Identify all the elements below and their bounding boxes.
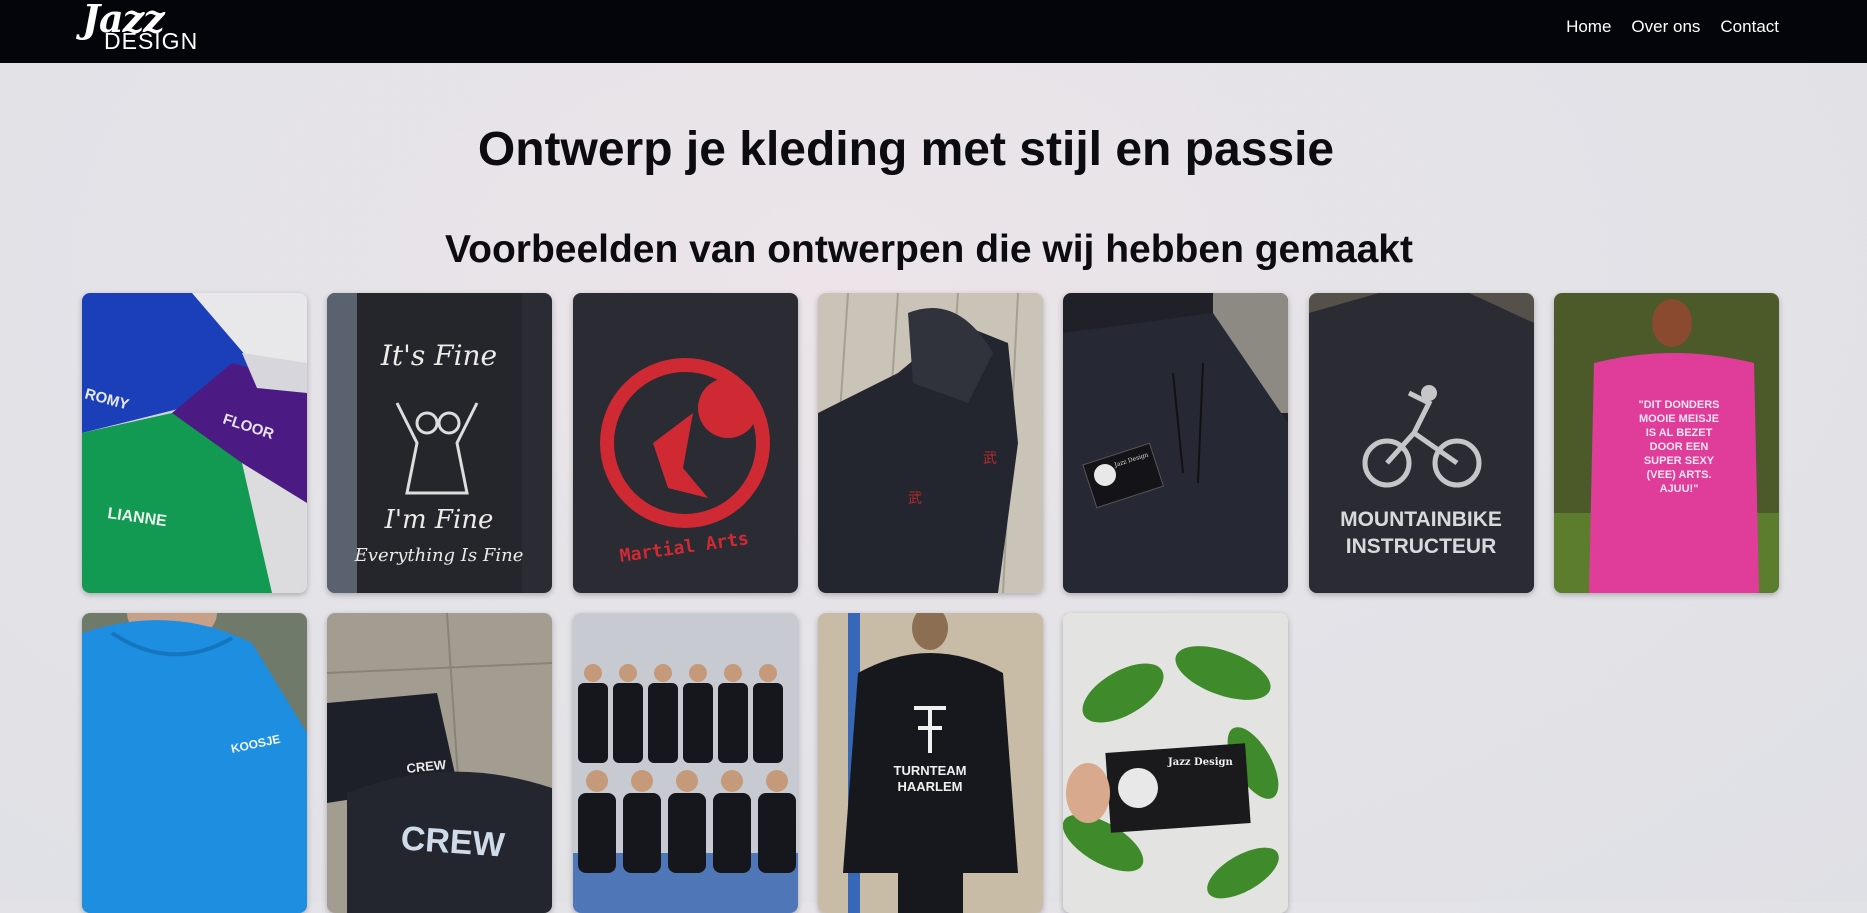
hoodie-card-photo: Jazz Design	[1063, 293, 1288, 593]
tile1-text-1: I'm Fine	[384, 505, 494, 535]
tile8-text-1: CREW	[400, 819, 507, 864]
gallery-image-turnteam-haarlem[interactable]: TURNTEAM HAARLEM	[818, 613, 1043, 913]
gallery-image-business-card[interactable]: Jazz Design	[1063, 613, 1288, 913]
tile6-text-2: IS AL BEZET	[1646, 427, 1713, 439]
tile6-text-6: AJUU!"	[1660, 483, 1699, 495]
page-title: Ontwerp je kleding met stijl en passie	[477, 123, 1335, 176]
tile6-text-4: SUPER SEXY	[1644, 455, 1715, 467]
tile3-red-emblem-2: 武	[908, 490, 922, 506]
its-fine-photo: It's Fine I'm Fine Everything Is Fine	[327, 293, 552, 593]
gallery-image-gym-team[interactable]	[573, 613, 798, 913]
martial-arts-photo: Martial Arts	[573, 293, 798, 593]
hoodies-wood-photo: 武 武	[818, 293, 1043, 593]
gallery-image-martial-arts[interactable]: Martial Arts	[573, 293, 798, 593]
tile5-text-0: MOUNTAINBIKE	[1340, 508, 1502, 531]
gallery-image-koosje[interactable]: KOOSJE	[82, 613, 307, 913]
nav-contact-link[interactable]: Contact	[1720, 16, 1779, 38]
top-navbar: Jazz DESIGN Home Over ons Contact	[0, 0, 1867, 63]
business-card-photo: Jazz Design	[1063, 613, 1288, 913]
gallery-image-hoodies-wood[interactable]: 武 武	[818, 293, 1043, 593]
main-menu: Home Over ons Contact	[1546, 16, 1779, 38]
turnteam-photo: TURNTEAM HAARLEM	[818, 613, 1043, 913]
tile1-text-0: It's Fine	[380, 339, 497, 372]
tile6-text-0: "DIT DONDERS	[1639, 399, 1720, 411]
gallery-image-name-jackets[interactable]: ROMY FLOOR LIANNE	[82, 293, 307, 593]
jackets-photo: ROMY FLOOR LIANNE	[82, 293, 307, 593]
gallery-image-mountainbike[interactable]: MOUNTAINBIKE INSTRUCTEUR	[1309, 293, 1534, 593]
tile6-text-5: (VEE) ARTS.	[1647, 469, 1712, 481]
koosje-photo: KOOSJE	[82, 613, 307, 913]
tile10-text-0: TURNTEAM	[894, 763, 967, 778]
logo-design-text: DESIGN	[104, 28, 199, 54]
tile6-text-3: DOOR EEN	[1650, 441, 1709, 453]
mountainbike-photo: MOUNTAINBIKE INSTRUCTEUR	[1309, 293, 1534, 593]
tile10-text-1: HAARLEM	[898, 779, 963, 794]
nav-home-link[interactable]: Home	[1566, 16, 1611, 38]
gallery-image-pink-overall[interactable]: "DIT DONDERS MOOIE MEISJE IS AL BEZET DO…	[1554, 293, 1779, 593]
tile1-text-2: Everything Is Fine	[354, 545, 524, 566]
tile5-text-1: INSTRUCTEUR	[1346, 535, 1497, 558]
nav-over-ons-link[interactable]: Over ons	[1631, 16, 1700, 38]
gallery-image-its-fine[interactable]: It's Fine I'm Fine Everything Is Fine	[327, 293, 552, 593]
jazz-design-logo[interactable]: Jazz DESIGN	[82, 0, 202, 56]
gym-team-photo	[573, 613, 798, 913]
gallery-heading: Voorbeelden van ontwerpen die wij hebben…	[445, 228, 1413, 271]
pink-overall-photo: "DIT DONDERS MOOIE MEISJE IS AL BEZET DO…	[1554, 293, 1779, 593]
tile3-red-emblem: 武	[983, 450, 997, 466]
tile6-text-1: MOOIE MEISJE	[1639, 413, 1719, 425]
tile11-text-0: Jazz Design	[1167, 757, 1234, 768]
crew-photo: CREW CREW	[327, 613, 552, 913]
gallery-image-hoodie-card[interactable]: Jazz Design	[1063, 293, 1288, 593]
gallery-image-crew[interactable]: CREW CREW	[327, 613, 552, 913]
